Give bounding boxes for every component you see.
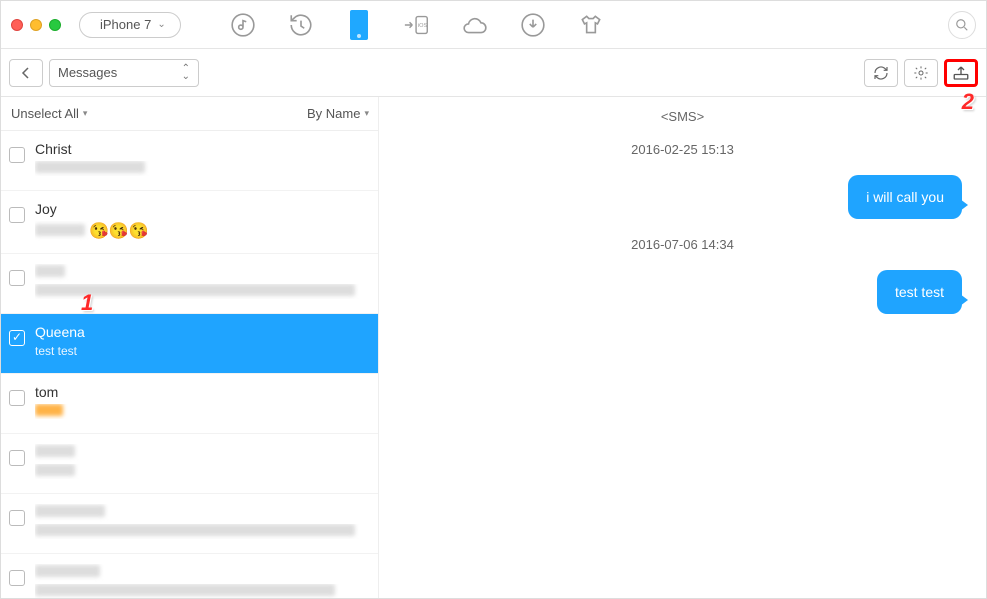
download-icon[interactable] <box>519 11 547 39</box>
conversation-row-selected[interactable]: 1 Queena test test <box>1 314 378 374</box>
message-timestamp: 2016-02-25 15:13 <box>403 142 962 157</box>
message-bubble: test test <box>877 270 962 314</box>
category-label: Messages <box>58 65 117 80</box>
tshirt-icon[interactable] <box>577 11 605 39</box>
message-preview <box>35 404 368 419</box>
message-preview: test test <box>35 344 368 358</box>
conversation-list: Unselect All ▾ By Name ▾ Christ Joy 😘😘😘 <box>1 97 379 598</box>
contact-name: Christ <box>35 141 368 157</box>
message-row: test test <box>403 270 962 314</box>
main-area: Unselect All ▾ By Name ▾ Christ Joy 😘😘😘 <box>1 97 986 598</box>
message-timestamp: 2016-07-06 14:34 <box>403 237 962 252</box>
contact-name <box>35 504 368 520</box>
contact-name <box>35 264 368 280</box>
message-thread: <SMS> 2016-02-25 15:13 i will call you 2… <box>379 97 986 598</box>
music-icon[interactable] <box>229 11 257 39</box>
message-preview <box>35 584 368 598</box>
row-checkbox[interactable] <box>9 510 25 526</box>
top-tool-icons: iOS <box>229 11 605 39</box>
sort-label: By Name <box>307 106 360 121</box>
category-select[interactable]: Messages ⌃⌄ <box>49 59 199 87</box>
sort-toggle[interactable]: By Name ▾ <box>307 106 369 121</box>
phone-icon[interactable] <box>345 11 373 39</box>
conversation-row[interactable]: tom <box>1 374 378 434</box>
row-checkbox[interactable] <box>9 147 25 163</box>
svg-text:iOS: iOS <box>418 22 428 28</box>
conversation-row[interactable] <box>1 554 378 598</box>
contact-name <box>35 444 368 460</box>
message-preview: 😘😘😘 <box>35 221 368 241</box>
contact-name: tom <box>35 384 368 400</box>
select-all-label: Unselect All <box>11 106 79 121</box>
conversation-row[interactable] <box>1 434 378 494</box>
device-name: iPhone 7 <box>100 17 151 32</box>
window-controls <box>11 19 61 31</box>
annotation-number-1: 1 <box>81 290 93 316</box>
settings-button[interactable] <box>904 59 938 87</box>
minimize-window-button[interactable] <box>30 19 42 31</box>
row-checkbox[interactable] <box>9 390 25 406</box>
conversation-row[interactable] <box>1 254 378 314</box>
message-bubble: i will call you <box>848 175 962 219</box>
row-checkbox[interactable] <box>9 270 25 286</box>
chevron-down-icon: ▾ <box>83 108 88 119</box>
export-button[interactable] <box>944 59 978 87</box>
row-checkbox[interactable] <box>9 450 25 466</box>
back-button[interactable] <box>9 59 43 87</box>
select-chevron-icon: ⌃⌄ <box>182 65 190 81</box>
contact-name: Joy <box>35 201 368 217</box>
contact-name <box>35 564 368 580</box>
row-checkbox[interactable] <box>9 330 25 346</box>
message-preview <box>35 464 368 479</box>
maximize-window-button[interactable] <box>49 19 61 31</box>
list-header: Unselect All ▾ By Name ▾ <box>1 97 379 131</box>
message-row: i will call you <box>403 175 962 219</box>
message-preview <box>35 161 368 176</box>
message-preview <box>35 524 368 539</box>
chevron-down-icon: ▾ <box>364 108 369 119</box>
close-window-button[interactable] <box>11 19 23 31</box>
conversation-row[interactable]: Christ <box>1 131 378 191</box>
select-all-toggle[interactable]: Unselect All ▾ <box>11 106 87 121</box>
to-ios-icon[interactable]: iOS <box>403 11 431 39</box>
row-checkbox[interactable] <box>9 570 25 586</box>
thread-type-label: <SMS> <box>403 109 962 124</box>
chevron-down-icon: ⌄ <box>157 19 165 30</box>
cloud-icon[interactable] <box>461 11 489 39</box>
secondary-toolbar: Messages ⌃⌄ 2 <box>1 49 986 97</box>
device-selector[interactable]: iPhone 7 ⌄ <box>79 12 181 38</box>
history-icon[interactable] <box>287 11 315 39</box>
conversation-row[interactable]: Joy 😘😘😘 <box>1 191 378 254</box>
row-checkbox[interactable] <box>9 207 25 223</box>
search-button[interactable] <box>948 11 976 39</box>
conversation-row[interactable] <box>1 494 378 554</box>
titlebar: iPhone 7 ⌄ iOS <box>1 1 986 49</box>
contact-name: Queena <box>35 324 368 340</box>
refresh-button[interactable] <box>864 59 898 87</box>
